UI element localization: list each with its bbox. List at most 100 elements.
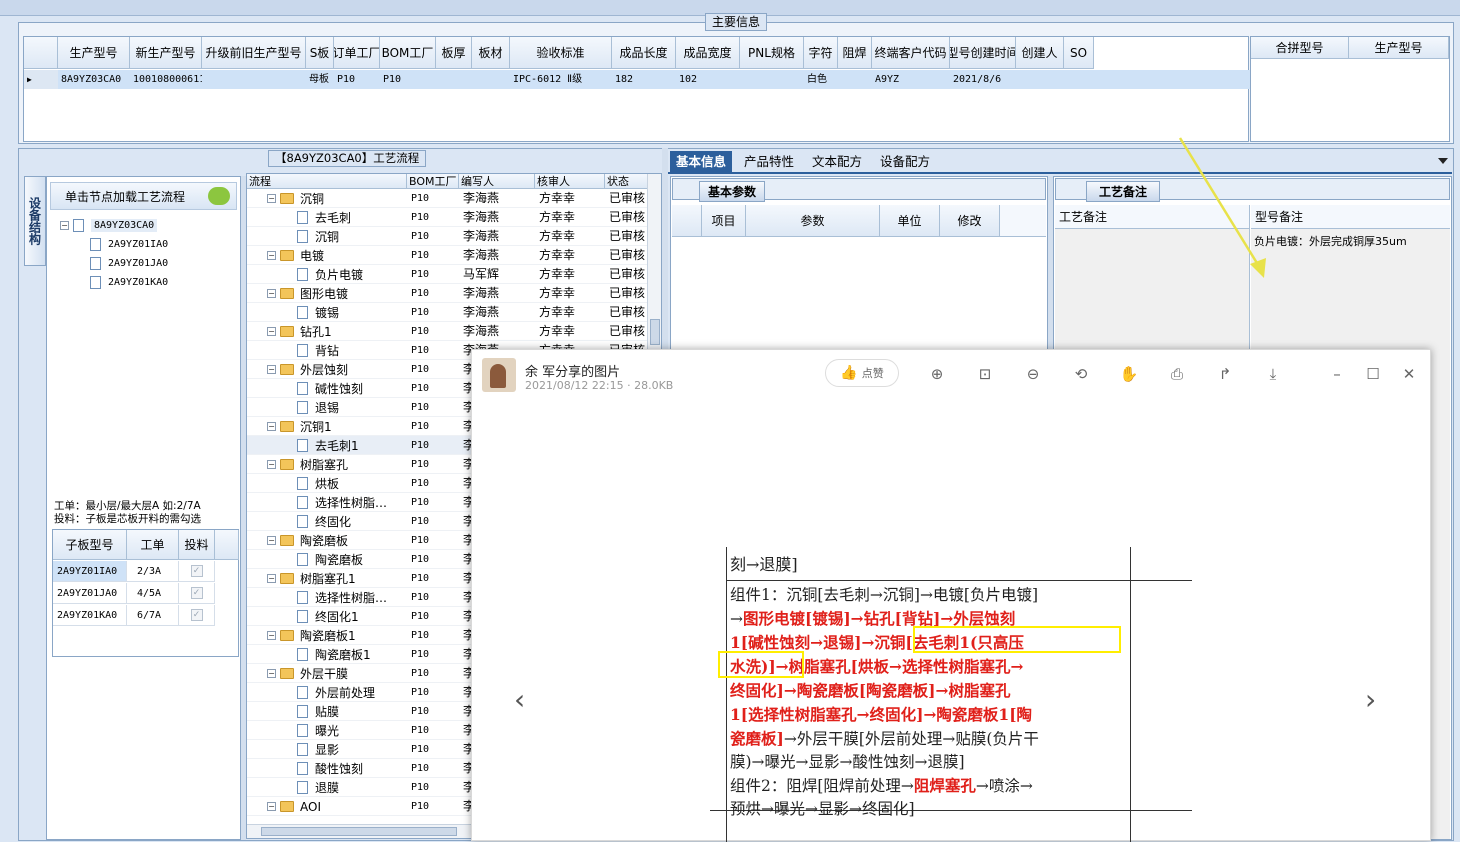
- collapse-icon[interactable]: −: [267, 251, 276, 260]
- process-row[interactable]: − 钻孔1 P10 李海燕 方幸幸 已审核: [247, 322, 661, 341]
- download-icon[interactable]: ⤓: [1263, 364, 1283, 384]
- prev-image-icon[interactable]: ‹: [514, 683, 525, 716]
- main-info-cell: IPC-6012 Ⅱ级: [513, 74, 583, 85]
- feed-checkbox[interactable]: ✓: [179, 583, 215, 604]
- tree-node-root[interactable]: − 8A9YZ03CA0: [60, 216, 158, 235]
- process-header-row: 流程 BOM工厂 编写人 核审人 状态: [247, 174, 661, 189]
- right-tab[interactable]: 文本配方: [806, 151, 868, 173]
- process-name: 背钻: [315, 344, 340, 358]
- process-row[interactable]: 去毛刺 P10 李海燕 方幸幸 已审核: [247, 208, 661, 227]
- main-info-cell: [1064, 70, 1094, 89]
- process-name: 显影: [315, 743, 340, 757]
- process-name-cell: 终固化1: [297, 607, 359, 626]
- process-scrollbar[interactable]: [647, 174, 661, 374]
- collapse-icon[interactable]: −: [267, 631, 276, 640]
- sub-board-grid[interactable]: 子板型号 工单 投料 2A9YZ01IA0 2/3A ✓ 2A9YZ01JA0 4/5A…: [52, 529, 239, 657]
- folder-icon: [280, 459, 294, 470]
- actual-size-icon[interactable]: ⊡: [975, 364, 995, 384]
- sub-board-model[interactable]: 2A9YZ01JA0: [53, 583, 127, 604]
- device-vertical-tab[interactable]: 设备结构: [24, 176, 46, 266]
- right-tab[interactable]: 基本信息: [670, 151, 733, 173]
- process-row[interactable]: − 电镀 P10 李海燕 方幸幸 已审核: [247, 246, 661, 265]
- feed-checkbox[interactable]: ✓: [179, 605, 215, 626]
- process-row[interactable]: 沉铜 P10 李海燕 方幸幸 已审核: [247, 227, 661, 246]
- merge-grid[interactable]: 合拼型号 生产型号: [1250, 36, 1450, 142]
- collapse-icon[interactable]: −: [267, 289, 276, 298]
- process-status: 已审核: [609, 210, 646, 224]
- next-image-icon[interactable]: ›: [1365, 683, 1376, 716]
- tree-node-child[interactable]: 2A9YZ01IA0: [90, 235, 168, 254]
- device-note: 工单：最小层/最大层A 如:2/7A 投料：子板是芯板开料的需勾选: [54, 500, 239, 526]
- collapse-icon[interactable]: −: [267, 669, 276, 678]
- minimize-icon[interactable]: –: [1327, 364, 1347, 384]
- tree-node-child[interactable]: 2A9YZ01KA0: [90, 273, 168, 292]
- collapse-icon[interactable]: −: [267, 327, 276, 336]
- process-name: 陶瓷磨板1: [300, 629, 356, 643]
- file-icon: [297, 762, 308, 775]
- like-button[interactable]: 👍 点赞: [825, 359, 899, 387]
- sub-board-order[interactable]: 6/7A: [127, 605, 179, 626]
- process-row[interactable]: 镀锡 P10 李海燕 方幸幸 已审核: [247, 303, 661, 322]
- process-name-cell: 烘板: [297, 474, 339, 493]
- tab-dropdown-icon[interactable]: [1438, 158, 1448, 164]
- tree-node-label: 2A9YZ01KA0: [108, 277, 169, 288]
- collapse-icon[interactable]: −: [267, 365, 276, 374]
- main-info-col-header: BOM工厂: [380, 37, 436, 69]
- sub-board-order[interactable]: 4/5A: [127, 583, 179, 604]
- process-name: 碱性蚀刻: [315, 382, 364, 396]
- file-icon: [297, 211, 308, 224]
- feed-checkbox[interactable]: ✓: [179, 561, 215, 582]
- row-indicator[interactable]: ▶: [24, 70, 58, 89]
- device-hint-text: 单击节点加载工艺流程: [65, 189, 186, 204]
- sub-board-model[interactable]: 2A9YZ01IA0: [53, 561, 127, 582]
- main-info-cell: [740, 70, 804, 89]
- sub-board-order[interactable]: 2/3A: [127, 561, 179, 582]
- collapse-icon[interactable]: −: [267, 422, 276, 431]
- basic-params-grid[interactable]: 项目 参数 单位 修改: [672, 205, 1046, 237]
- file-icon: [297, 306, 308, 319]
- hscroll-thumb[interactable]: [261, 827, 457, 836]
- tree-node-child[interactable]: 2A9YZ01JA0: [90, 254, 168, 273]
- zoom-out-icon[interactable]: ⊖: [1023, 364, 1043, 384]
- process-row[interactable]: − 沉铜 P10 李海燕 方幸幸 已审核: [247, 189, 661, 208]
- node-icon: [90, 257, 101, 270]
- collapse-icon[interactable]: −: [267, 460, 276, 469]
- collapse-icon[interactable]: −: [60, 221, 69, 230]
- process-name: 陶瓷磨板: [315, 553, 364, 567]
- rotate-icon[interactable]: ⟲: [1071, 364, 1091, 384]
- collapse-icon[interactable]: −: [267, 536, 276, 545]
- close-icon[interactable]: ✕: [1399, 364, 1419, 384]
- annotation-arrow: [1178, 137, 1266, 278]
- process-name: 钻孔1: [300, 325, 332, 339]
- scroll-thumb[interactable]: [650, 319, 660, 345]
- maximize-icon[interactable]: ☐: [1363, 364, 1383, 384]
- print-icon[interactable]: ⎙: [1167, 364, 1187, 384]
- doc-text: →: [730, 610, 743, 628]
- main-info-col-header: 板厚: [436, 37, 472, 69]
- zoom-in-icon[interactable]: ⊕: [927, 364, 947, 384]
- main-info-grid[interactable]: 生产型号 新生产型号 升级前旧生产型号 S板 订单工厂 BOM工厂 板厚 板材 验收标准 成品长度…: [23, 36, 1250, 142]
- collapse-icon[interactable]: −: [267, 802, 276, 811]
- device-tree[interactable]: − 8A9YZ03CA0 2A9YZ01IA0 2A9YZ01JA0 2A9YZ01…: [50, 212, 238, 492]
- main-info-data-row[interactable]: ▶8A9YZ03CA0 10010800061175 母板 P10 P10 IPC-601…: [24, 70, 1250, 89]
- file-icon: [297, 515, 308, 528]
- right-tab[interactable]: 设备配方: [874, 151, 936, 173]
- hand-icon[interactable]: ✋: [1119, 364, 1139, 384]
- sub-board-model[interactable]: 2A9YZ01KA0: [53, 605, 127, 626]
- folder-icon: [280, 801, 294, 812]
- process-status: 已审核: [609, 286, 646, 300]
- process-row[interactable]: − 图形电镀 P10 李海燕 方幸幸 已审核: [247, 284, 661, 303]
- collapse-icon[interactable]: −: [267, 574, 276, 583]
- right-tab[interactable]: 产品特性: [738, 151, 800, 173]
- process-row[interactable]: 负片电镀 P10 马军辉 方幸幸 已审核: [247, 265, 661, 284]
- collapse-icon[interactable]: −: [267, 194, 276, 203]
- main-info-col-header: 订单工厂: [334, 37, 380, 69]
- process-name-cell: − 陶瓷磨板1: [267, 626, 356, 645]
- process-name-cell: 碱性蚀刻: [297, 379, 363, 398]
- device-hint-bar[interactable]: 单击节点加载工艺流程: [50, 182, 237, 210]
- folder-icon: [280, 573, 294, 584]
- process-status: 已审核: [609, 229, 646, 243]
- file-icon: [297, 705, 308, 718]
- share-icon[interactable]: ↱: [1215, 364, 1235, 384]
- basic-params-tab[interactable]: 基本参数: [672, 178, 1046, 202]
